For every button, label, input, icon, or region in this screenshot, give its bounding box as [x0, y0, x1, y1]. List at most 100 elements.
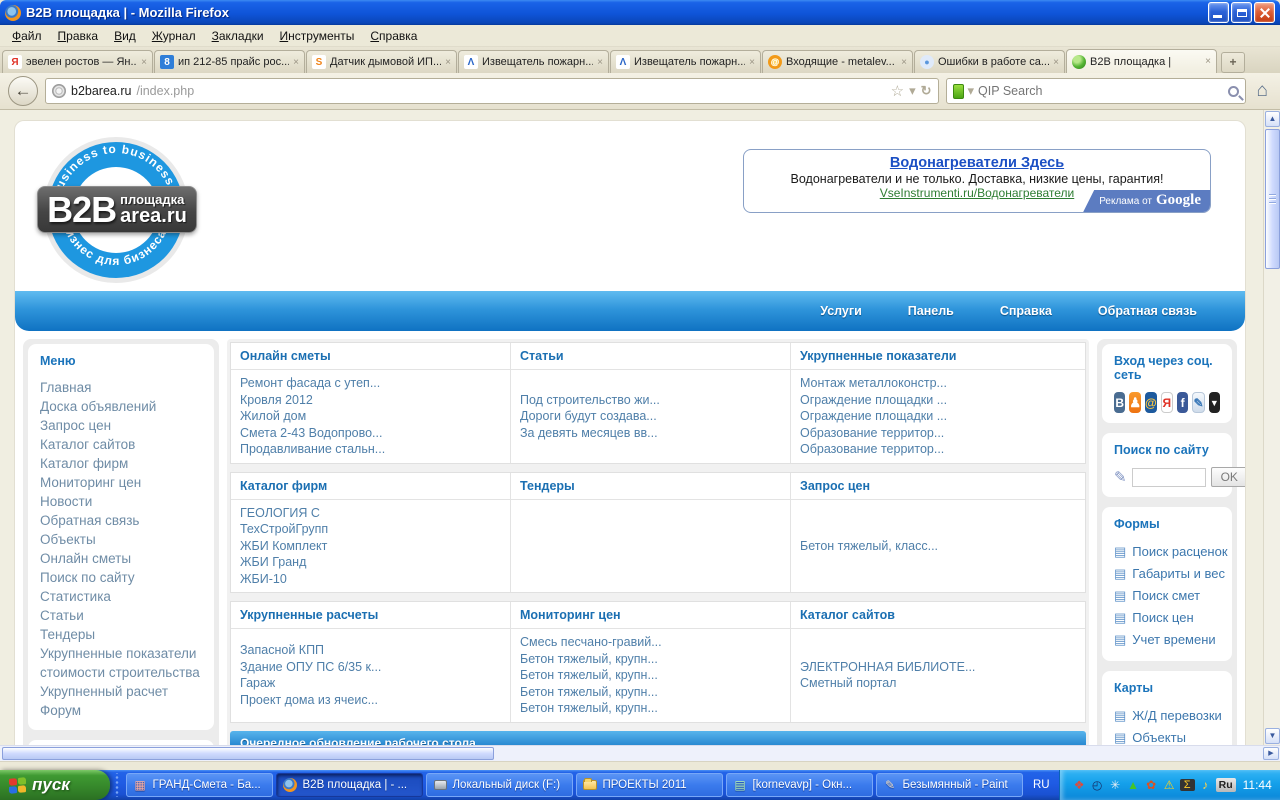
sidebar-item-tenders[interactable]: Тендеры	[40, 625, 202, 644]
tab-close-icon[interactable]: ×	[293, 57, 299, 68]
new-tab-button[interactable]: +	[1221, 52, 1245, 73]
tab-3[interactable]: S Датчик дымовой ИП... ×	[306, 50, 457, 73]
sidebar-item-site-catalog[interactable]: Каталог сайтов	[40, 435, 202, 454]
list-item[interactable]: Смета 2-43 Водопрово...	[240, 425, 501, 442]
site-search-ok-button[interactable]: OK	[1210, 467, 1245, 487]
tab-close-icon[interactable]: ×	[1205, 56, 1211, 67]
nav-help[interactable]: Справка	[1000, 304, 1052, 318]
tab-close-icon[interactable]: ×	[141, 57, 147, 68]
bookmark-star-icon[interactable]: ☆	[891, 82, 904, 100]
list-item[interactable]: Здание ОПУ ПС 6/35 к...	[240, 659, 501, 676]
nav-feedback[interactable]: Обратная связь	[1098, 304, 1197, 318]
tab-2[interactable]: 8 ип 212-85 прайс рос... ×	[154, 50, 305, 73]
list-item[interactable]: Сметный портал	[800, 675, 1076, 692]
vk-icon[interactable]: В	[1114, 392, 1126, 413]
list-item[interactable]: Под строительство жи...	[520, 392, 781, 409]
scroll-right-icon[interactable]: ▶	[1263, 747, 1279, 760]
nav-panel[interactable]: Панель	[908, 304, 954, 318]
vertical-scroll-thumb[interactable]	[1265, 129, 1280, 269]
list-item[interactable]: Запасной КПП	[240, 642, 501, 659]
network-activity-icon[interactable]: ❖	[1072, 778, 1087, 792]
more-providers-icon[interactable]: ▼	[1208, 392, 1220, 413]
taskbar-button-kornevavp[interactable]: ▤ [kornevavp] - Окн...	[725, 773, 873, 797]
tab-4[interactable]: Λ Извещатель пожарн... ×	[458, 50, 609, 73]
sigma-app-icon[interactable]: Σ	[1179, 779, 1195, 791]
list-item[interactable]: За девять месяцев вв...	[520, 425, 781, 442]
forms-link-prices[interactable]: ▤ Поиск цен	[1114, 607, 1220, 629]
list-item[interactable]: Монтаж металлоконстр...	[800, 375, 1076, 392]
list-item[interactable]: Проект дома из ячеис...	[240, 692, 501, 709]
reload-icon[interactable]: ↻	[921, 83, 932, 99]
sidebar-item-news[interactable]: Новости	[40, 492, 202, 511]
taskbar-clock[interactable]: 11:44	[1243, 778, 1272, 792]
menu-tools[interactable]: Инструменты	[272, 26, 363, 46]
sidebar-item-statistics[interactable]: Статистика	[40, 587, 202, 606]
window-titlebar[interactable]: B2B площадка | - Mozilla Firefox	[0, 0, 1280, 25]
list-item[interactable]: Ремонт фасада с утеп...	[240, 375, 501, 392]
maps-link-rail[interactable]: ▤ Ж/Д перевозки	[1114, 705, 1222, 727]
sidebar-item-articles[interactable]: Статьи	[40, 606, 202, 625]
menu-bookmarks[interactable]: Закладки	[204, 26, 272, 46]
maps-link-objects[interactable]: ▤ Объекты	[1114, 727, 1220, 745]
engine-dropdown-icon[interactable]: ▾	[968, 83, 975, 99]
tab-close-icon[interactable]: ×	[901, 57, 907, 68]
taskbar-button-firefox-active[interactable]: B2B площадка | - ...	[275, 773, 423, 797]
scroll-down-icon[interactable]: ▼	[1265, 728, 1280, 744]
sidebar-item-aggregated-calculation[interactable]: Укрупненный расчет	[40, 682, 202, 701]
sidebar-item-forum[interactable]: Форум	[40, 701, 202, 720]
taskbar-button-local-disk[interactable]: Локальный диск (F:)	[425, 773, 573, 797]
facebook-icon[interactable]: f	[1177, 392, 1189, 413]
minimize-button[interactable]	[1208, 2, 1229, 23]
list-item[interactable]: ТехСтройГрупп	[240, 521, 501, 538]
sidebar-item-firm-catalog[interactable]: Каталог фирм	[40, 454, 202, 473]
sidebar-item-aggregated-indicators[interactable]: Укрупненные показатели стоимости строите…	[40, 644, 202, 682]
list-item[interactable]: Ограждение площадки ...	[800, 408, 1076, 425]
horizontal-scroll-thumb[interactable]	[2, 747, 494, 760]
list-item[interactable]: Дороги будут создава...	[520, 408, 781, 425]
list-item[interactable]: ЖБИ Комплект	[240, 538, 501, 555]
sidebar-item-price-request[interactable]: Запрос цен	[40, 416, 202, 435]
forms-link-time[interactable]: ▤ Учет времени	[1114, 629, 1220, 651]
magnifier-icon[interactable]	[1227, 85, 1239, 97]
forms-link-estimates[interactable]: ▤ Поиск смет	[1114, 585, 1220, 607]
list-item[interactable]: ЖБИ Гранд	[240, 554, 501, 571]
list-item[interactable]: Кровля 2012	[240, 392, 501, 409]
sidebar-item-site-search[interactable]: Поиск по сайту	[40, 568, 202, 587]
sidebar-item-board[interactable]: Доска объявлений	[40, 397, 202, 416]
horizontal-scrollbar[interactable]: ▶	[0, 745, 1280, 761]
update-icon[interactable]: ✳	[1108, 778, 1123, 792]
home-button[interactable]: ⌂	[1253, 80, 1272, 102]
vertical-scrollbar[interactable]: ▲ ▼	[1263, 110, 1280, 745]
sidebar-item-price-monitoring[interactable]: Мониторинг цен	[40, 473, 202, 492]
mailru-icon[interactable]: @	[1145, 392, 1157, 413]
taskbar-button-grand-smeta[interactable]: ▦ ГРАНД-Смета - Ба...	[125, 773, 273, 797]
livejournal-icon[interactable]: ✎	[1192, 392, 1205, 413]
list-item[interactable]: Бетон тяжелый, крупн...	[520, 667, 781, 684]
tab-7[interactable]: ● Ошибки в работе са... ×	[914, 50, 1065, 73]
nav-services[interactable]: Услуги	[820, 304, 862, 318]
url-bar[interactable]: b2barea.ru /index.php ☆ ▾ ↻	[45, 78, 939, 104]
tab-5[interactable]: Λ Извещатель пожарн... ×	[610, 50, 761, 73]
antivirus-icon[interactable]: ✿	[1144, 778, 1159, 792]
menu-edit[interactable]: Правка	[50, 26, 107, 46]
taskbar-button-paint[interactable]: ✎ Безымянный - Paint	[875, 773, 1023, 797]
back-button[interactable]: ←	[8, 76, 38, 106]
menu-history[interactable]: Журнал	[144, 26, 204, 46]
list-item[interactable]: Ограждение площадки ...	[800, 392, 1076, 409]
forms-link-rates[interactable]: ▤ Поиск расценок	[1114, 541, 1228, 563]
qip-engine-icon[interactable]	[952, 83, 964, 99]
ad-title-link[interactable]: Водонагреватели Здесь	[744, 155, 1210, 171]
scroll-up-icon[interactable]: ▲	[1265, 111, 1280, 127]
restore-button[interactable]	[1231, 2, 1252, 23]
list-item[interactable]: Бетон тяжелый, крупн...	[520, 684, 781, 701]
site-search-input[interactable]	[1131, 467, 1206, 487]
warning-icon[interactable]: ⚠	[1162, 778, 1177, 792]
tab-close-icon[interactable]: ×	[597, 57, 603, 68]
sidebar-item-online-estimates[interactable]: Онлайн сметы	[40, 549, 202, 568]
url-dropdown-icon[interactable]: ▾	[909, 83, 916, 99]
list-item[interactable]: Бетон тяжелый, крупн...	[520, 700, 781, 717]
language-indicator[interactable]: RU	[1024, 779, 1059, 791]
list-item[interactable]: Бетон тяжелый, класс...	[800, 538, 1076, 555]
sidebar-item-objects[interactable]: Объекты	[40, 530, 202, 549]
list-item[interactable]: ЖБИ-10	[240, 571, 501, 588]
